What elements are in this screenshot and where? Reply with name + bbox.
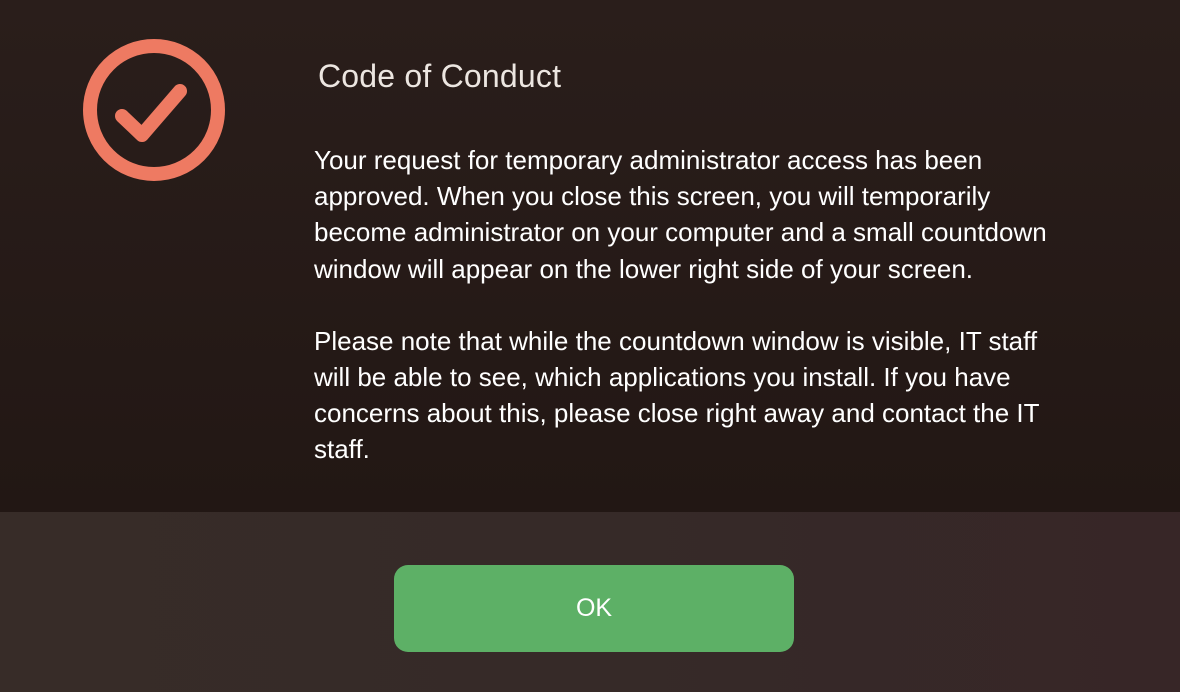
ok-button[interactable]: OK bbox=[394, 565, 794, 652]
dialog-message: Your request for temporary administrator… bbox=[314, 142, 1154, 504]
dialog-title: Code of Conduct bbox=[318, 58, 562, 94]
content-panel: Code of Conduct Your request for tempora… bbox=[0, 0, 1180, 512]
dialog-window: Code of Conduct Your request for tempora… bbox=[0, 0, 1180, 692]
message-paragraph-approval: Your request for temporary administrator… bbox=[314, 145, 1047, 284]
check-circle-icon bbox=[82, 38, 226, 182]
message-paragraph-notice: Please note that while the countdown win… bbox=[314, 325, 1040, 465]
